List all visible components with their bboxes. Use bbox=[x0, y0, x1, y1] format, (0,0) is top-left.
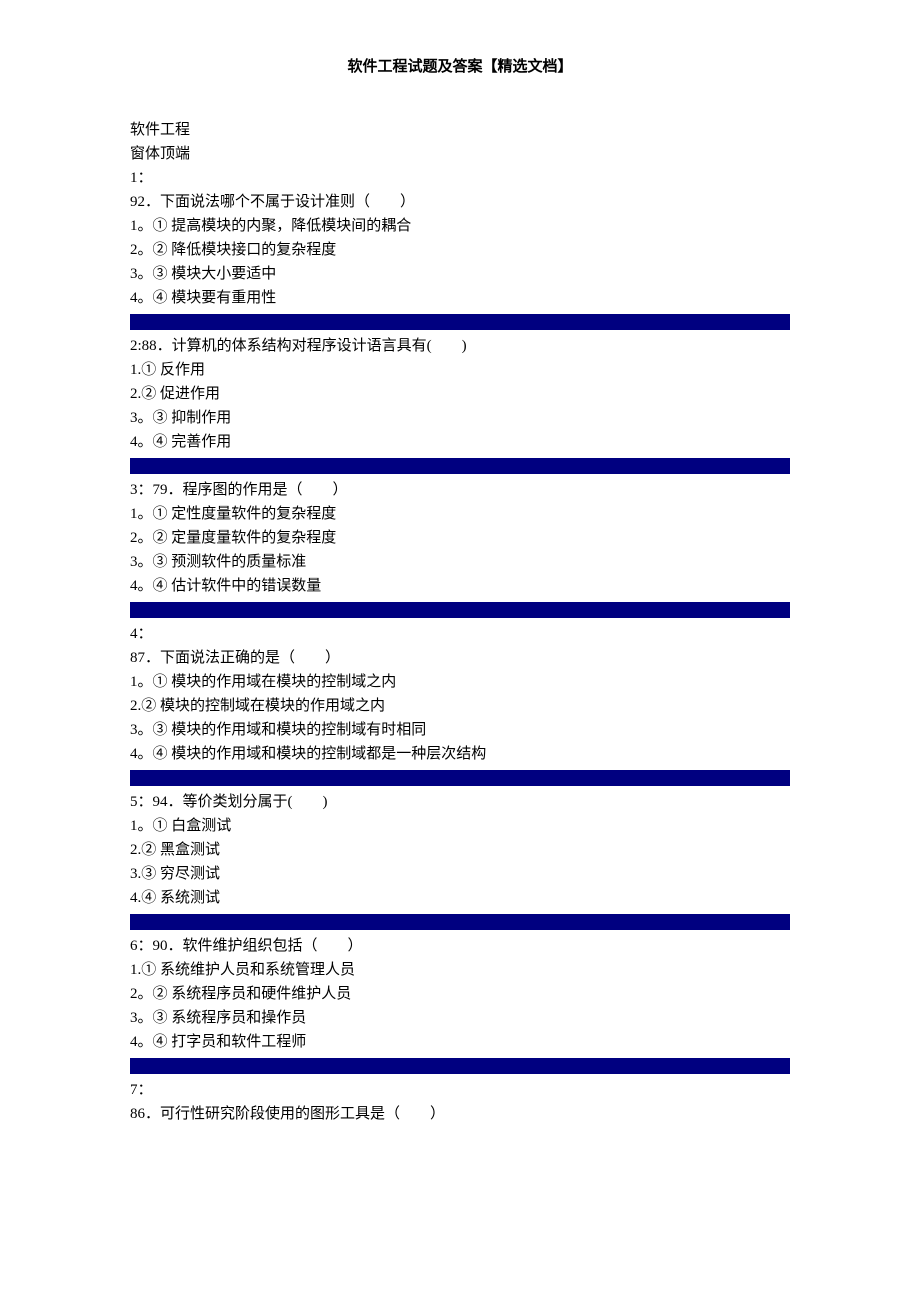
question-stem: 2:88．计算机的体系结构对程序设计语言具有( ) bbox=[130, 334, 790, 358]
preamble-text: 窗体顶端 bbox=[130, 142, 790, 166]
option-text: 4。④ 完善作用 bbox=[130, 430, 790, 454]
option-text: 2。② 降低模块接口的复杂程度 bbox=[130, 238, 790, 262]
question-index: 1： bbox=[130, 166, 790, 190]
option-text: 2。② 定量度量软件的复杂程度 bbox=[130, 526, 790, 550]
subject-heading: 软件工程 bbox=[130, 118, 790, 142]
question-stem: 6：90．软件维护组织包括（ ） bbox=[130, 934, 790, 958]
option-text: 4。④ 模块的作用域和模块的控制域都是一种层次结构 bbox=[130, 742, 790, 766]
option-text: 1。① 模块的作用域在模块的控制域之内 bbox=[130, 670, 790, 694]
question-index: 4： bbox=[130, 622, 790, 646]
question-stem-text: 94．等价类划分属于( ) bbox=[153, 794, 328, 810]
document-page: 软件工程试题及答案【精选文档】 软件工程 窗体顶端 1： 92．下面说法哪个不属… bbox=[0, 0, 920, 1166]
question-stem: 5：94．等价类划分属于( ) bbox=[130, 790, 790, 814]
separator-bar bbox=[130, 1058, 790, 1074]
option-text: 2.② 促进作用 bbox=[130, 382, 790, 406]
option-text: 4。④ 估计软件中的错误数量 bbox=[130, 574, 790, 598]
option-text: 1.① 反作用 bbox=[130, 358, 790, 382]
question-stem-text: 90．软件维护组织包括（ ） bbox=[153, 938, 363, 954]
question-index: 7： bbox=[130, 1078, 790, 1102]
option-text: 3。③ 模块大小要适中 bbox=[130, 262, 790, 286]
option-text: 1.① 系统维护人员和系统管理人员 bbox=[130, 958, 790, 982]
separator-bar bbox=[130, 914, 790, 930]
question-stem: 87．下面说法正确的是（ ） bbox=[130, 646, 790, 670]
option-text: 1。① 提高模块的内聚，降低模块间的耦合 bbox=[130, 214, 790, 238]
option-text: 4.④ 系统测试 bbox=[130, 886, 790, 910]
question-stem: 92．下面说法哪个不属于设计准则（ ） bbox=[130, 190, 790, 214]
option-text: 1。① 白盒测试 bbox=[130, 814, 790, 838]
option-text: 4。④ 模块要有重用性 bbox=[130, 286, 790, 310]
question-index: 2: bbox=[130, 338, 142, 354]
option-text: 3。③ 预测软件的质量标准 bbox=[130, 550, 790, 574]
option-text: 3.③ 穷尽测试 bbox=[130, 862, 790, 886]
question-stem-text: 88．计算机的体系结构对程序设计语言具有( ) bbox=[142, 338, 467, 354]
separator-bar bbox=[130, 314, 790, 330]
question-index: 6： bbox=[130, 938, 153, 954]
option-text: 2.② 模块的控制域在模块的作用域之内 bbox=[130, 694, 790, 718]
option-text: 1。① 定性度量软件的复杂程度 bbox=[130, 502, 790, 526]
question-index: 3： bbox=[130, 482, 153, 498]
question-stem: 3：79．程序图的作用是（ ） bbox=[130, 478, 790, 502]
document-title: 软件工程试题及答案【精选文档】 bbox=[130, 55, 790, 76]
option-text: 2.② 黑盒测试 bbox=[130, 838, 790, 862]
separator-bar bbox=[130, 602, 790, 618]
separator-bar bbox=[130, 458, 790, 474]
option-text: 3。③ 抑制作用 bbox=[130, 406, 790, 430]
option-text: 4。④ 打字员和软件工程师 bbox=[130, 1030, 790, 1054]
option-text: 3。③ 系统程序员和操作员 bbox=[130, 1006, 790, 1030]
option-text: 2。② 系统程序员和硬件维护人员 bbox=[130, 982, 790, 1006]
question-stem: 86．可行性研究阶段使用的图形工具是（ ） bbox=[130, 1102, 790, 1126]
question-index: 5： bbox=[130, 794, 153, 810]
question-stem-text: 79．程序图的作用是（ ） bbox=[153, 482, 348, 498]
separator-bar bbox=[130, 770, 790, 786]
option-text: 3。③ 模块的作用域和模块的控制域有时相同 bbox=[130, 718, 790, 742]
